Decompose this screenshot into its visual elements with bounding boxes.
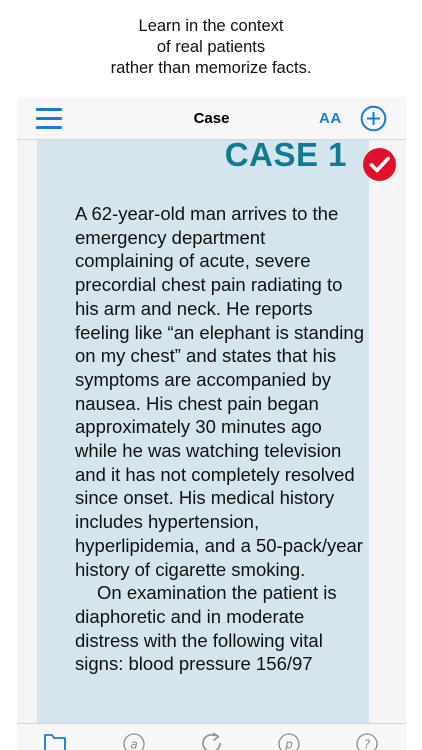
plus-circle-icon[interactable] [360,105,387,132]
navigation-bar: Case AA [17,97,406,140]
promo-line: rather than memorize facts. [110,59,312,77]
phone-screen: Case AA CASE 1 A 62-year-old man arrives… [17,97,406,750]
p-circle-icon[interactable]: p [276,731,302,750]
svg-text:?: ? [364,738,371,750]
promo-line: Learn in the context [138,17,284,35]
case-paragraph: A 62-year-old man arrives to the emergen… [75,203,364,580]
case-text: A 62-year-old man arrives to the emergen… [75,202,365,676]
case-paragraph: On examination the patient is diaphoreti… [75,582,337,675]
font-size-button[interactable]: AA [319,110,342,127]
case-title: CASE 1 [224,140,347,173]
at-sign-icon[interactable]: a [121,731,147,750]
svg-text:p: p [284,738,293,750]
promo-line: of real patients [156,38,266,56]
help-icon[interactable]: ? [354,731,380,750]
nav-title: Case [193,110,230,127]
promo-caption: Learn in the context of real patients ra… [0,16,422,79]
svg-text:a: a [130,738,137,750]
case-content: CASE 1 A 62-year-old man arrives to the … [37,140,369,723]
checkmark-badge-icon[interactable] [362,147,397,182]
refresh-icon[interactable] [199,731,225,750]
tab-bar: a p ? [17,723,406,750]
folder-icon[interactable] [43,731,69,750]
